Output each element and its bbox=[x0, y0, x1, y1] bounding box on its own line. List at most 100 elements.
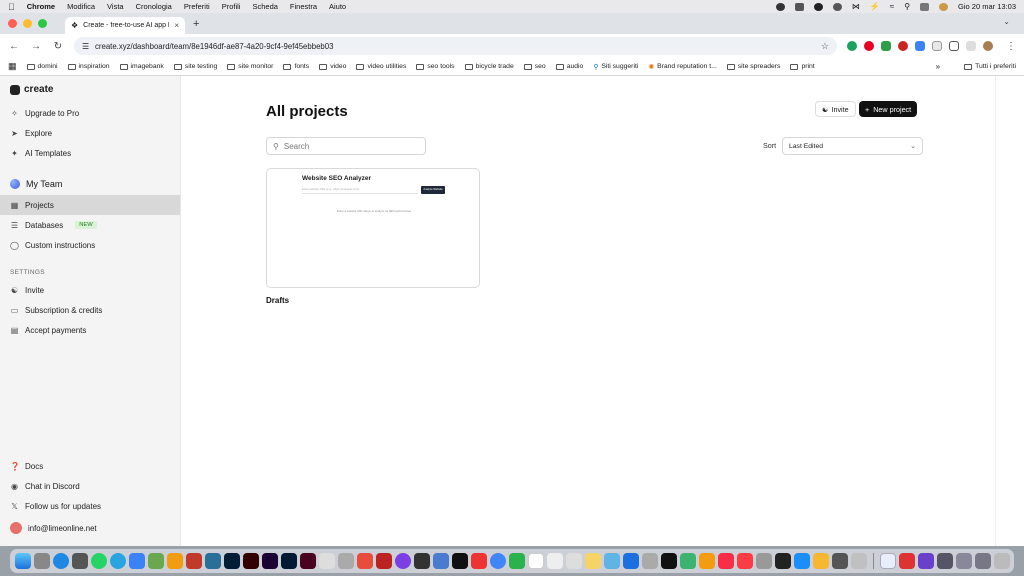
menu-app-chrome[interactable]: Chrome bbox=[27, 2, 55, 11]
bookmark-star-icon[interactable]: ☆ bbox=[821, 41, 829, 52]
sidebar-item-explore[interactable]: ➤ Explore bbox=[0, 123, 180, 143]
word-document-icon[interactable] bbox=[880, 553, 896, 569]
app-icon[interactable] bbox=[899, 553, 915, 569]
app-icon[interactable] bbox=[642, 553, 658, 569]
app-icon[interactable] bbox=[338, 553, 354, 569]
apple-menu-icon[interactable]:  bbox=[8, 2, 15, 12]
messages-icon[interactable] bbox=[129, 553, 145, 569]
navigation-icon[interactable] bbox=[813, 2, 823, 11]
sidebar-item-docs[interactable]: ❓ Docs bbox=[0, 456, 180, 476]
bookmark-folder[interactable]: seo tools bbox=[416, 63, 455, 70]
menu-item-cronologia[interactable]: Cronologia bbox=[136, 2, 172, 11]
wifi-icon[interactable]: ≈ bbox=[890, 2, 894, 11]
bookmark-link[interactable]: ⚲ Siti suggeriti bbox=[593, 63, 638, 71]
pages-icon[interactable] bbox=[699, 553, 715, 569]
address-bar[interactable]: ☰ create.xyz/dashboard/team/8e1946df-ae8… bbox=[74, 37, 837, 55]
bookmark-folder[interactable]: site monitor bbox=[227, 63, 273, 70]
sidebar-item-follow[interactable]: 𝕏 Follow us for updates bbox=[0, 496, 180, 516]
pinterest-icon[interactable] bbox=[864, 41, 874, 51]
back-button[interactable]: ← bbox=[8, 41, 20, 52]
project-card[interactable]: Website SEO Analyzer Enter website URL (… bbox=[266, 168, 480, 288]
shield-icon[interactable] bbox=[794, 2, 804, 11]
notes-icon[interactable] bbox=[585, 553, 601, 569]
app-icon[interactable] bbox=[547, 553, 563, 569]
app-store-icon[interactable] bbox=[794, 553, 810, 569]
sidebar-icon[interactable] bbox=[966, 41, 976, 51]
chrome-icon[interactable] bbox=[490, 553, 506, 569]
photoshop-icon[interactable] bbox=[224, 553, 240, 569]
search-icon[interactable]: ⚲ bbox=[904, 2, 910, 11]
extension-icon[interactable] bbox=[898, 41, 908, 51]
chrome-menu-icon[interactable]: ⋮ bbox=[1006, 41, 1016, 52]
control-center-icon[interactable] bbox=[920, 2, 930, 11]
new-tab-button[interactable]: + bbox=[193, 18, 199, 30]
app-icon[interactable] bbox=[832, 553, 848, 569]
invite-button[interactable]: ☯ Invite bbox=[815, 101, 856, 117]
bookmark-folder[interactable]: bicycle trade bbox=[464, 63, 514, 70]
bookmark-folder[interactable]: site spreaders bbox=[726, 63, 780, 70]
trash-icon[interactable] bbox=[994, 553, 1010, 569]
app-icon[interactable] bbox=[471, 553, 487, 569]
menu-item-scheda[interactable]: Scheda bbox=[252, 2, 277, 11]
screenshot-icon[interactable] bbox=[975, 553, 991, 569]
app-icon[interactable] bbox=[72, 553, 88, 569]
calendar-icon[interactable] bbox=[528, 553, 544, 569]
facetime-icon[interactable] bbox=[509, 553, 525, 569]
search-input[interactable]: ⚲ Search bbox=[266, 137, 426, 155]
menu-item-vista[interactable]: Vista bbox=[107, 2, 124, 11]
app-icon[interactable] bbox=[205, 553, 221, 569]
team-selector[interactable]: My Team bbox=[0, 173, 180, 195]
filezilla-icon[interactable] bbox=[376, 553, 392, 569]
create-logo[interactable]: create bbox=[0, 76, 180, 103]
premiere-icon[interactable] bbox=[262, 553, 278, 569]
browser-tab-active[interactable]: ❖ Create - free-to-use AI app b × bbox=[65, 17, 185, 34]
extension-icon[interactable] bbox=[881, 41, 891, 51]
apple-tv-icon[interactable] bbox=[661, 553, 677, 569]
safari-icon[interactable] bbox=[53, 553, 69, 569]
bookmark-folder[interactable]: site testing bbox=[173, 63, 217, 70]
close-tab-icon[interactable]: × bbox=[174, 21, 179, 30]
new-project-button[interactable]: + New project bbox=[859, 101, 918, 117]
sort-select[interactable]: Last Edited ⌄ bbox=[782, 137, 923, 155]
telegram-icon[interactable] bbox=[110, 553, 126, 569]
bookmark-folder[interactable]: video utilities bbox=[356, 63, 406, 70]
all-bookmarks-folder[interactable]: Tutti i preferiti bbox=[964, 63, 1016, 70]
siri-icon[interactable] bbox=[939, 2, 949, 11]
bookmark-folder[interactable]: inspiration bbox=[67, 63, 110, 70]
bookmark-link[interactable]: ✺ Brand reputation t... bbox=[648, 63, 716, 71]
bookmark-folder[interactable]: video bbox=[319, 63, 346, 70]
app-icon[interactable] bbox=[851, 553, 867, 569]
screenshot-icon[interactable] bbox=[937, 553, 953, 569]
app-icon[interactable] bbox=[604, 553, 620, 569]
minimize-window-button[interactable] bbox=[23, 19, 32, 28]
profile-avatar[interactable] bbox=[983, 41, 993, 51]
extension-icon[interactable] bbox=[847, 41, 857, 51]
sidebar-item-subscription[interactable]: ▭ Subscription & credits bbox=[0, 300, 180, 320]
reload-button[interactable]: ↻ bbox=[52, 41, 64, 52]
zoom-window-button[interactable] bbox=[38, 19, 47, 28]
bookmark-folder[interactable]: seo bbox=[523, 63, 546, 70]
extension-icon[interactable] bbox=[915, 41, 925, 51]
bookmark-folder[interactable]: print bbox=[790, 63, 815, 70]
app-icon[interactable] bbox=[319, 553, 335, 569]
app-icon[interactable] bbox=[433, 553, 449, 569]
terminal-icon[interactable] bbox=[775, 553, 791, 569]
apps-grid-icon[interactable]: ▦ bbox=[8, 61, 17, 72]
status-icon[interactable] bbox=[775, 2, 785, 11]
menu-item-modifica[interactable]: Modifica bbox=[67, 2, 95, 11]
sidebar-item-databases[interactable]: ☰ Databases NEW bbox=[0, 215, 180, 235]
bookmark-folder[interactable]: imagebank bbox=[119, 63, 164, 70]
app-icon[interactable] bbox=[148, 553, 164, 569]
app-icon[interactable] bbox=[186, 553, 202, 569]
system-settings-icon[interactable] bbox=[756, 553, 772, 569]
user-menu[interactable]: info@limeonline.net bbox=[0, 516, 180, 546]
extensions-puzzle-icon[interactable] bbox=[949, 41, 959, 51]
finder-icon[interactable] bbox=[15, 553, 31, 569]
indesign-icon[interactable] bbox=[300, 553, 316, 569]
sidebar-item-upgrade[interactable]: ✧ Upgrade to Pro bbox=[0, 103, 180, 123]
app-icon[interactable] bbox=[395, 553, 411, 569]
tiktok-icon[interactable] bbox=[452, 553, 468, 569]
sidebar-item-discord[interactable]: ◉ Chat in Discord bbox=[0, 476, 180, 496]
tab-search-chevron-icon[interactable]: ⌄ bbox=[1003, 17, 1010, 26]
site-settings-icon[interactable]: ☰ bbox=[82, 42, 89, 51]
